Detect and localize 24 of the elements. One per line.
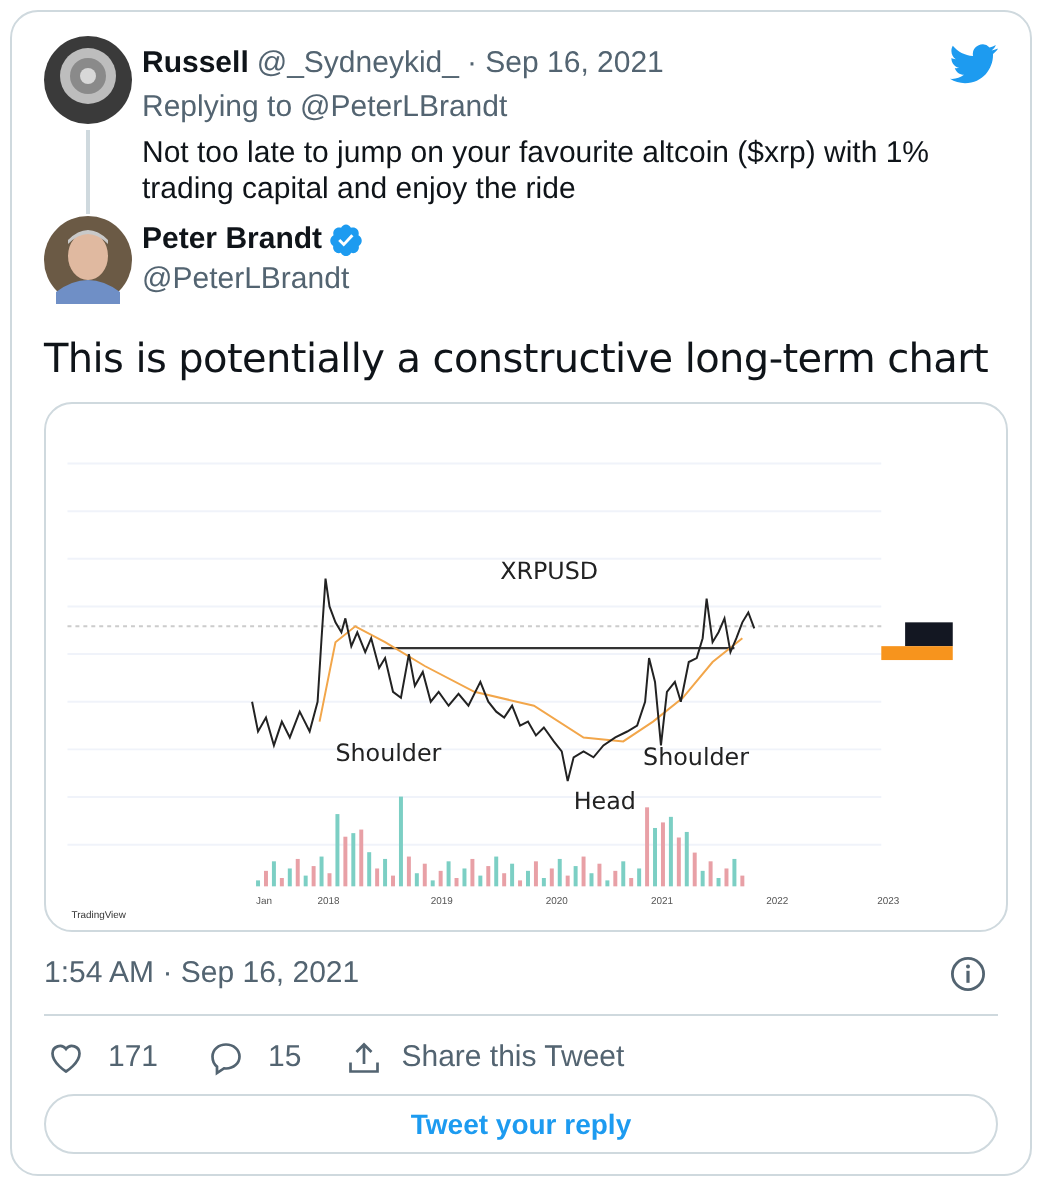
bird-icon[interactable] [950,44,998,84]
tweet-text: This is potentially a constructive long-term chart [44,332,991,384]
tweet-date[interactable]: · Sep 16, 2021 [466,44,664,84]
chart-annotation: Shoulder [335,739,442,768]
author-handle[interactable]: @PeterLBrandt [142,260,365,300]
author-name[interactable]: Russell [142,44,249,84]
avatar[interactable] [44,36,132,124]
reply-icon[interactable] [208,1040,245,1076]
share-icon[interactable] [345,1040,382,1076]
info-icon[interactable] [950,956,986,992]
reply-count: 15 [268,1037,302,1078]
mention-link[interactable]: @PeterLBrandt [300,86,508,130]
chart-annotation: Shoulder [643,743,749,772]
avatar[interactable] [44,216,132,304]
reply-text: Not too late to jump on your favourite altcoin ($xrp) with 1% trading capital and enjoy the ride [142,136,932,208]
like-count: 171 [108,1037,159,1078]
replying-label: Replying to [142,88,293,128]
chart-annotation: Head [573,786,636,815]
share-link[interactable]: Share this Tweet [401,1035,625,1081]
author-handle[interactable]: @_Sydneykid_ [256,44,459,84]
tweet-timestamp[interactable]: 1:54 AM · Sep 16, 2021 [44,951,360,997]
heart-icon[interactable] [48,1040,84,1076]
author-name[interactable]: Peter Brandt [142,220,323,260]
chart-title: XRPUSD [500,556,599,585]
